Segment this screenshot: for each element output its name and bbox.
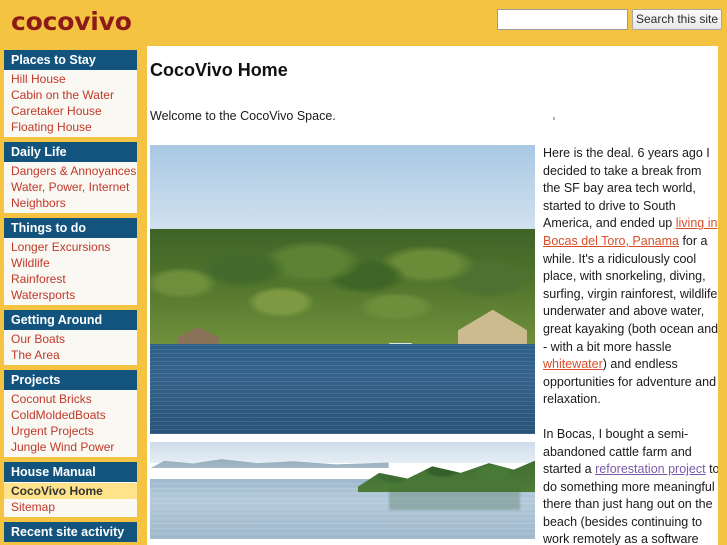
search-input[interactable] [497,9,628,30]
sidebar-group-items: Hill House Cabin on the Water Caretaker Ho… [4,70,137,137]
sidebar-group-header: Getting Around [4,310,137,330]
sidebar-group-items: Longer Excursions Wildlife Rainforest Water… [4,238,137,305]
sidebar-group-header: Projects [4,370,137,390]
sidebar-item-water-power-internet[interactable]: Water, Power, Internet [4,179,137,195]
article-paragraph: Here is the deal. 6 years ago I decided … [543,145,718,409]
sidebar-item-floating-house[interactable]: Floating House [4,119,137,135]
photo2-sky [150,442,535,464]
sidebar-item-sitemap[interactable]: Sitemap [4,499,137,515]
sidebar-item-wildlife[interactable]: Wildlife [4,255,137,271]
article-text-column: Here is the deal. 6 years ago I decided … [543,145,718,545]
sidebar-group: Daily Life Dangers & Annoyances Water, Pow… [4,142,137,213]
intro-text: Welcome to the CocoVivo Space. [150,109,336,123]
sidebar-group-items: Our Boats The Area [4,330,137,365]
sidebar-item-watersports[interactable]: Watersports [4,287,137,303]
shoreline-photo [150,145,535,434]
content-divider [137,46,147,545]
sidebar-item-cabin-on-the-water[interactable]: Cabin on the Water [4,87,137,103]
sidebar-item-coconut-bricks[interactable]: Coconut Bricks [4,391,137,407]
sidebar-group-items: CocoVivo Home Sitemap [4,482,137,517]
sidebar-item-the-area[interactable]: The Area [4,347,137,363]
sidebar-item-coldmoldedboats[interactable]: ColdMoldedBoats [4,407,137,423]
main-content: CocoVivo Home Welcome to the CocoVivo Sp… [147,46,718,545]
sidebar: Places to Stay Hill House Cabin on the Wat… [4,50,137,545]
article-paragraph: In Bocas, I bought a semi-abandoned catt… [543,426,718,545]
bay-photo [150,442,535,539]
sidebar-group: Recent site activity [4,522,137,542]
dot-artifact [553,117,555,120]
sidebar-group: Things to do Longer Excursions Wildlife Rai… [4,218,137,305]
sidebar-group-header: Recent site activity [4,522,137,542]
sidebar-item-caretaker-house[interactable]: Caretaker House [4,103,137,119]
sidebar-group-header: House Manual [4,462,137,482]
sidebar-item-dangers-annoyances[interactable]: Dangers & Annoyances [4,163,137,179]
inline-link[interactable]: reforestation project [595,462,705,476]
photo-column [150,145,535,539]
sidebar-item-neighbors[interactable]: Neighbors [4,195,137,211]
sidebar-item-cocovivo-home[interactable]: CocoVivo Home [4,483,137,499]
sidebar-group-header: Daily Life [4,142,137,162]
search-button[interactable]: Search this site [632,9,722,30]
site-logo[interactable]: cocovivo [11,7,132,36]
sidebar-item-our-boats[interactable]: Our Boats [4,331,137,347]
sidebar-item-jungle-wind-power[interactable]: Jungle Wind Power [4,439,137,455]
page-title: CocoVivo Home [150,60,288,80]
sidebar-group-items: Dangers & Annoyances Water, Power, Intern… [4,162,137,213]
photo2-reflection [388,488,520,510]
page-root: cocovivo Search this site Places to Stay… [0,0,727,545]
sidebar-item-urgent-projects[interactable]: Urgent Projects [4,423,137,439]
photo-water [150,344,535,434]
sidebar-item-hill-house[interactable]: Hill House [4,71,137,87]
sidebar-group: Projects Coconut Bricks ColdMoldedBoats Urg… [4,370,137,457]
paragraph-text: for a while. It's a ridiculously cool pl… [543,233,718,354]
sidebar-group-items: Coconut Bricks ColdMoldedBoats Urgent Proj… [4,390,137,457]
sidebar-group-header: Places to Stay [4,50,137,70]
sidebar-group: Places to Stay Hill House Cabin on the Wat… [4,50,137,137]
sidebar-group: Getting Around Our Boats The Area [4,310,137,365]
body-columns: Here is the deal. 6 years ago I decided … [150,145,718,545]
site-header: cocovivo Search this site [0,0,727,46]
inline-link[interactable]: whitewater [543,357,603,371]
sidebar-item-rainforest[interactable]: Rainforest [4,271,137,287]
sidebar-group: House Manual CocoVivo Home Sitemap [4,462,137,517]
sidebar-item-longer-excursions[interactable]: Longer Excursions [4,239,137,255]
sidebar-group-header: Things to do [4,218,137,238]
